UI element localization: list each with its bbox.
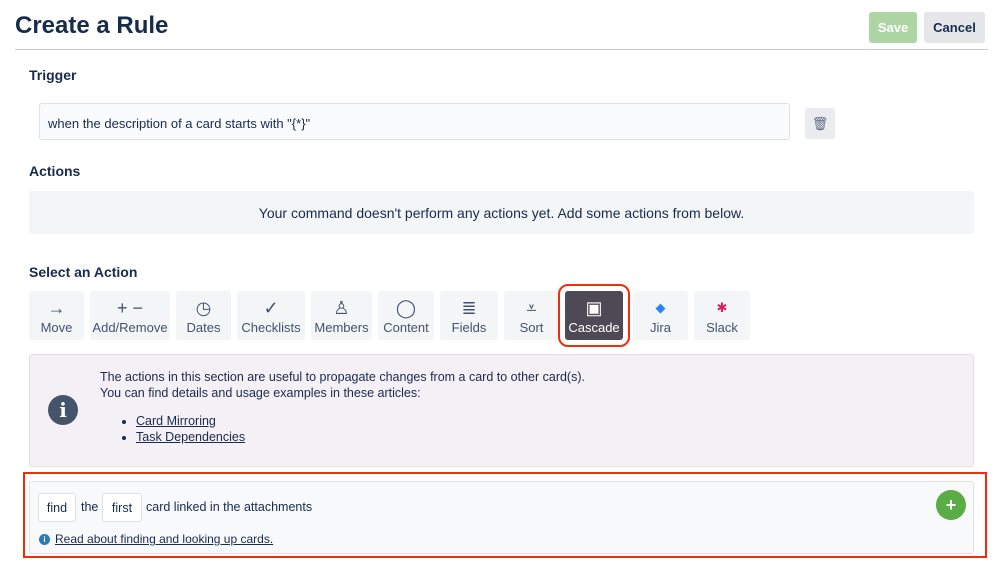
cancel-button[interactable]: Cancel [924,12,985,43]
tab-label: Sort [519,320,544,335]
cascade-info-panel: i The actions in this section are useful… [29,354,974,467]
trigger-heading: Trigger [29,67,77,83]
trash-icon[interactable]: 🗑 [805,108,835,139]
clock-icon: ◷ [195,298,212,318]
verb-select[interactable]: find [38,493,76,522]
tab-add-remove[interactable]: + − Add/Remove [90,291,170,340]
help-link[interactable]: Read about finding and looking up cards. [55,532,273,546]
static-text: the [81,500,99,514]
tab-label: Members [314,320,369,335]
tab-label: Cascade [568,320,620,335]
archive-icon: ▣ [585,298,603,318]
plus-minus-icon: + − [116,298,144,318]
tab-label: Checklists [241,320,301,335]
tab-label: Add/Remove [92,320,168,335]
info-text: The actions in this section are useful t… [100,370,585,384]
card-mirroring-link[interactable]: Card Mirroring [136,414,216,428]
divider [15,49,988,50]
arrow-right-icon: → [47,298,66,318]
tab-members[interactable]: ♙ Members [311,291,372,340]
page-title: Create a Rule [15,12,169,39]
actions-heading: Actions [29,163,81,179]
tab-jira[interactable]: ◆ Jira [633,291,688,340]
select-action-heading: Select an Action [29,264,138,280]
person-icon: ♙ [333,298,350,318]
tab-move[interactable]: → Move [29,291,84,340]
tab-sort[interactable]: ⩡ Sort [504,291,559,340]
info-icon: i [39,533,50,545]
tab-label: Slack [706,320,738,335]
tab-label: Dates [186,320,221,335]
tab-label: Jira [650,320,671,335]
which-select[interactable]: first [102,493,142,522]
check-icon: ✓ [263,298,279,318]
tab-dates[interactable]: ◷ Dates [176,291,231,340]
action-tabs: → Move + − Add/Remove ◷ Dates ✓ Checklists ♙… [29,284,750,347]
tab-slack[interactable]: ✱ Slack [694,291,750,340]
lines-icon: ≣ [461,298,477,318]
filter-icon: ⩡ [526,298,537,318]
info-icon: i [48,395,78,425]
tab-label: Content [383,320,429,335]
tab-label: Move [40,320,73,335]
tab-cascade[interactable]: ▣ Cascade [558,284,630,347]
find-action-card: find the first card linked in the attach… [29,481,974,554]
add-action-button[interactable]: + [936,490,966,520]
tab-label: Fields [451,320,487,335]
jira-icon: ◆ [655,300,666,315]
task-dependencies-link[interactable]: Task Dependencies [136,430,245,444]
tab-checklists[interactable]: ✓ Checklists [237,291,305,340]
info-text: You can find details and usage examples … [100,386,421,400]
save-button[interactable]: Save [869,12,917,43]
static-text: card linked in the attachments [146,500,313,514]
no-actions-message: Your command doesn't perform any actions… [29,191,974,234]
speech-bubble-icon: ◯ [395,298,417,318]
trigger-field[interactable]: when the description of a card starts wi… [39,103,790,140]
slack-icon: ✱ [716,300,728,315]
tab-fields[interactable]: ≣ Fields [440,291,498,340]
tab-content[interactable]: ◯ Content [378,291,434,340]
